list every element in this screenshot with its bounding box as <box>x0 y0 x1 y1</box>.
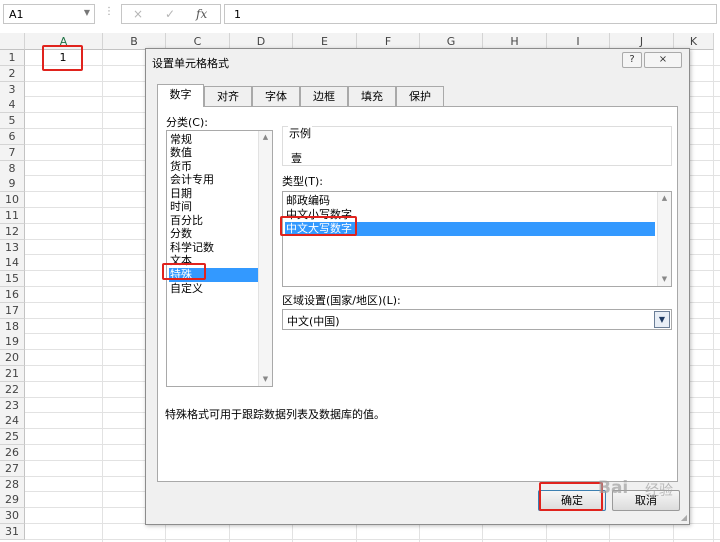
row-header-6[interactable]: 6 <box>0 129 25 145</box>
watermark-text: 经验 <box>645 483 673 499</box>
category-item[interactable]: 科学记数 <box>169 241 259 255</box>
formula-input[interactable]: 1 <box>224 4 717 24</box>
formula-value: 1 <box>234 8 241 21</box>
row-header-7[interactable]: 7 <box>0 145 25 161</box>
category-item-selected[interactable]: 特殊 <box>169 268 259 282</box>
name-box-value: A1 <box>9 8 24 21</box>
gridline-vertical <box>713 50 714 542</box>
category-item[interactable]: 数值 <box>169 146 259 160</box>
enter-icon[interactable]: ✓ <box>165 7 175 21</box>
row-header-28[interactable]: 28 <box>0 477 25 493</box>
tab-protection[interactable]: 保护 <box>396 86 444 106</box>
row-header-11[interactable]: 11 <box>0 208 25 224</box>
scroll-down-icon[interactable]: ▼ <box>259 373 272 386</box>
locale-select[interactable]: 中文(中国) ▼ <box>282 309 672 330</box>
row-header-9[interactable]: 9 <box>0 176 25 192</box>
cell-a1[interactable]: 1 <box>48 50 78 66</box>
scroll-up-icon[interactable]: ▲ <box>658 192 671 205</box>
tab-border[interactable]: 边框 <box>300 86 348 106</box>
row-header-21[interactable]: 21 <box>0 366 25 382</box>
category-item[interactable]: 货币 <box>169 160 259 174</box>
category-item[interactable]: 常规 <box>169 133 259 147</box>
gridline-vertical <box>102 50 103 542</box>
sample-group: 示例 壹 <box>282 125 672 166</box>
watermark-logo: Bai <box>598 478 629 498</box>
locale-value: 中文(中国) <box>287 315 340 328</box>
scroll-up-icon[interactable]: ▲ <box>259 131 272 144</box>
type-list[interactable]: 邮政编码 中文小写数字 中文大写数字 ▲ ▼ <box>282 191 672 287</box>
row-header-22[interactable]: 22 <box>0 382 25 398</box>
formula-bar-separator: ⋮ <box>104 6 114 17</box>
category-item[interactable]: 分数 <box>169 227 259 241</box>
row-header-20[interactable]: 20 <box>0 350 25 366</box>
dialog-title: 设置单元格格式 <box>152 57 229 70</box>
row-header-19[interactable]: 19 <box>0 334 25 350</box>
type-item[interactable]: 邮政编码 <box>285 194 655 208</box>
scroll-down-icon[interactable]: ▼ <box>658 273 671 286</box>
tab-alignment[interactable]: 对齐 <box>204 86 252 106</box>
row-header-18[interactable]: 18 <box>0 319 25 335</box>
sample-value: 壹 <box>291 152 302 165</box>
row-header-31[interactable]: 31 <box>0 524 25 540</box>
close-button[interactable]: × <box>644 52 682 68</box>
category-item[interactable]: 文本 <box>169 254 259 268</box>
tab-strip: 数字 对齐 字体 边框 填充 保护 <box>157 84 677 107</box>
category-item[interactable]: 会计专用 <box>169 173 259 187</box>
tab-fill[interactable]: 填充 <box>348 86 396 106</box>
row-header-25[interactable]: 25 <box>0 429 25 445</box>
category-item[interactable]: 时间 <box>169 200 259 214</box>
number-tab-panel: 分类(C): 常规 数值 货币 会计专用 日期 时间 百分比 分数 科学记数 文… <box>157 106 678 482</box>
name-box[interactable]: A1 ▼ <box>3 4 95 24</box>
help-button[interactable]: ? <box>622 52 642 68</box>
type-item[interactable]: 中文小写数字 <box>285 208 655 222</box>
row-header-12[interactable]: 12 <box>0 224 25 240</box>
formula-bar-buttons: × ✓ fx <box>121 4 221 24</box>
column-header-a[interactable]: A <box>25 33 103 50</box>
row-header-27[interactable]: 27 <box>0 461 25 477</box>
tab-number[interactable]: 数字 <box>157 84 204 107</box>
row-header-30[interactable]: 30 <box>0 508 25 524</box>
sample-label: 示例 <box>288 125 312 141</box>
category-item[interactable]: 百分比 <box>169 214 259 228</box>
resize-grip-icon[interactable]: ◢ <box>681 513 687 522</box>
cancel-icon[interactable]: × <box>133 7 143 21</box>
chevron-down-icon[interactable]: ▼ <box>84 8 90 17</box>
category-list[interactable]: 常规 数值 货币 会计专用 日期 时间 百分比 分数 科学记数 文本 特殊 自定… <box>166 130 273 387</box>
formula-bar: A1 ▼ ⋮ × ✓ fx 1 <box>0 0 720 28</box>
ok-button[interactable]: 确定 <box>538 490 606 511</box>
row-header-5[interactable]: 5 <box>0 113 25 129</box>
chevron-down-icon[interactable]: ▼ <box>654 311 670 328</box>
category-description: 特殊格式可用于跟踪数据列表及数据库的值。 <box>165 408 385 421</box>
row-header-10[interactable]: 10 <box>0 192 25 208</box>
row-header-26[interactable]: 26 <box>0 445 25 461</box>
row-header-24[interactable]: 24 <box>0 413 25 429</box>
locale-label: 区域设置(国家/地区)(L): <box>282 294 401 307</box>
insert-function-icon[interactable]: fx <box>196 7 207 21</box>
tab-font[interactable]: 字体 <box>252 86 300 106</box>
category-item[interactable]: 日期 <box>169 187 259 201</box>
row-header-2[interactable]: 2 <box>0 66 25 82</box>
row-header-29[interactable]: 29 <box>0 492 25 508</box>
row-header-1[interactable]: 1 <box>0 50 25 66</box>
category-scrollbar[interactable]: ▲ ▼ <box>258 131 272 386</box>
category-label: 分类(C): <box>166 116 208 129</box>
row-header-4[interactable]: 4 <box>0 97 25 113</box>
row-header-16[interactable]: 16 <box>0 287 25 303</box>
gridline-horizontal <box>25 539 720 540</box>
format-cells-dialog: 设置单元格格式 ? × 数字 对齐 字体 边框 填充 保护 分类(C): 常规 … <box>145 48 690 525</box>
row-header-3[interactable]: 3 <box>0 82 25 98</box>
row-header-8[interactable]: 8 <box>0 161 25 177</box>
row-header-14[interactable]: 14 <box>0 255 25 271</box>
row-header-15[interactable]: 15 <box>0 271 25 287</box>
type-item-selected[interactable]: 中文大写数字 <box>285 222 655 236</box>
row-header-23[interactable]: 23 <box>0 398 25 414</box>
select-all-corner[interactable] <box>0 33 25 50</box>
row-header-13[interactable]: 13 <box>0 240 25 256</box>
type-scrollbar[interactable]: ▲ ▼ <box>657 192 671 286</box>
category-item[interactable]: 自定义 <box>169 282 259 296</box>
row-header-17[interactable]: 17 <box>0 303 25 319</box>
type-label: 类型(T): <box>282 175 324 188</box>
